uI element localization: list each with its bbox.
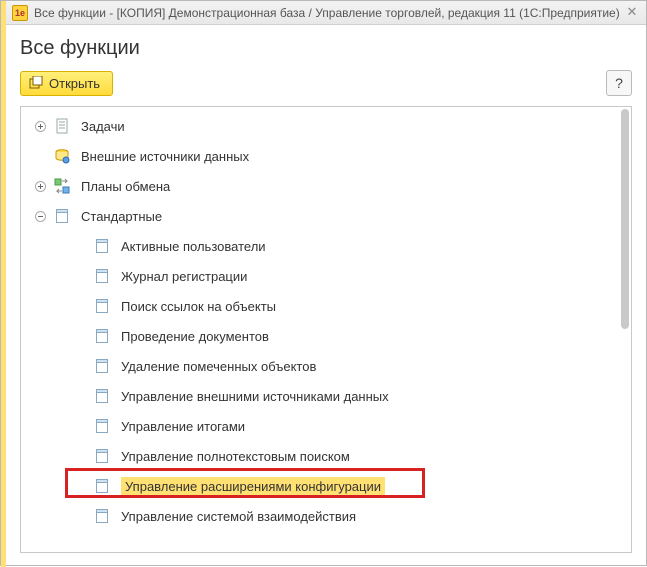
window-body: Все функции Открыть ? Задачи Внешние исто… — [6, 25, 646, 567]
scrollbar-thumb[interactable] — [621, 109, 629, 329]
leaf-icon — [93, 418, 111, 434]
tree-item-label: Управление внешними источниками данных — [121, 389, 389, 404]
tree-item[interactable]: Управление внешними источниками данных — [21, 381, 617, 411]
tree-pane: Задачи Внешние источники данных Планы обме… — [20, 106, 632, 553]
tree-item-label: Управление расширениями конфигурации — [121, 477, 385, 496]
close-icon[interactable]: ✕ — [624, 4, 640, 20]
titlebar: 1e Все функции - [КОПИЯ] Демонстрационна… — [6, 1, 646, 25]
tree-item-label: Управление итогами — [121, 419, 245, 434]
tree-item-label: Поиск ссылок на объекты — [121, 299, 276, 314]
leaf-icon — [53, 208, 71, 224]
open-icon — [29, 76, 43, 90]
tree-item-label: Стандартные — [81, 209, 162, 224]
app-icon: 1e — [12, 5, 28, 21]
tree-item[interactable]: Журнал регистрации — [21, 261, 617, 291]
open-button[interactable]: Открыть — [20, 71, 113, 96]
leaf-icon — [93, 478, 111, 494]
leaf-icon — [93, 328, 111, 344]
tree-item-label: Планы обмена — [81, 179, 170, 194]
tree-item-label: Управление полнотекстовым поиском — [121, 449, 350, 464]
help-button[interactable]: ? — [606, 70, 632, 96]
tree-item[interactable]: Задачи — [21, 111, 617, 141]
tree-item[interactable]: Планы обмена — [21, 171, 617, 201]
open-button-label: Открыть — [49, 76, 100, 91]
tree-item[interactable]: Управление системой взаимодействия — [21, 501, 617, 531]
leaf-icon — [93, 508, 111, 524]
window-title: Все функции - [КОПИЯ] Демонстрационная б… — [34, 6, 620, 20]
expand-icon[interactable] — [33, 179, 47, 193]
tree-item-label: Проведение документов — [121, 329, 269, 344]
extsource-icon — [53, 148, 71, 164]
exchange-icon — [53, 178, 71, 194]
toolbar: Открыть ? — [20, 70, 632, 96]
tree-item-label: Журнал регистрации — [121, 269, 247, 284]
tree-item[interactable]: Внешние источники данных — [21, 141, 617, 171]
tree-item[interactable]: Управление расширениями конфигурации — [21, 471, 617, 501]
tree-item[interactable]: Стандартные — [21, 201, 617, 231]
tree-item[interactable]: Удаление помеченных объектов — [21, 351, 617, 381]
tree-item[interactable]: Управление итогами — [21, 411, 617, 441]
tree-item[interactable]: Активные пользователи — [21, 231, 617, 261]
tree-list: Задачи Внешние источники данных Планы обме… — [21, 107, 617, 552]
page-title: Все функции — [20, 37, 632, 60]
tree-item-label: Удаление помеченных объектов — [121, 359, 316, 374]
leaf-icon — [93, 298, 111, 314]
leaf-icon — [93, 238, 111, 254]
leaf-icon — [93, 388, 111, 404]
tree-item[interactable]: Управление полнотекстовым поиском — [21, 441, 617, 471]
tree-item-label: Внешние источники данных — [81, 149, 249, 164]
tree-item[interactable]: Поиск ссылок на объекты — [21, 291, 617, 321]
left-accent-strip — [1, 1, 6, 567]
tree-item-label: Активные пользователи — [121, 239, 266, 254]
leaf-icon — [93, 358, 111, 374]
tree-item-label: Задачи — [81, 119, 125, 134]
leaf-icon — [93, 268, 111, 284]
tree-item[interactable]: Проведение документов — [21, 321, 617, 351]
doc-icon — [53, 118, 71, 134]
collapse-icon[interactable] — [33, 209, 47, 223]
expand-icon[interactable] — [33, 119, 47, 133]
tree-item-label: Управление системой взаимодействия — [121, 509, 356, 524]
leaf-icon — [93, 448, 111, 464]
